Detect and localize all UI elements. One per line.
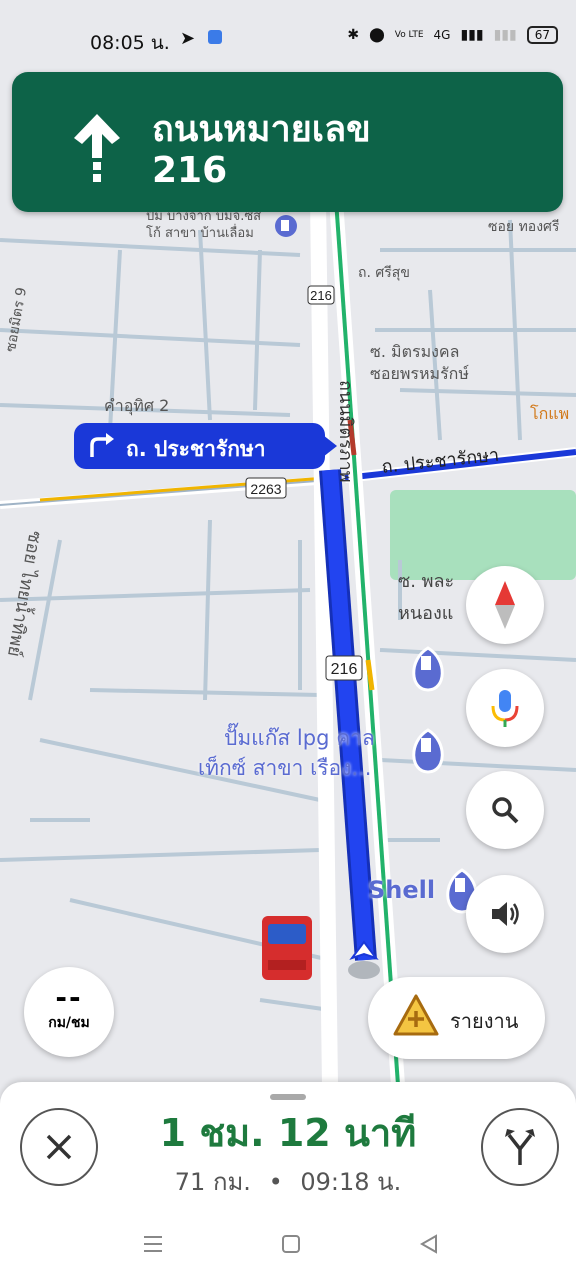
map-label-prommarak: ซอยพรหมรักษ์ bbox=[370, 364, 469, 383]
map-label-poi[interactable]: ปั๊ม บางจาก บมจ.ซัส โก้ สาขา บ้านเลื่อม bbox=[146, 208, 261, 242]
volume-icon bbox=[492, 902, 519, 926]
map-label-soi-thongsri: ซอย ทองศรี bbox=[488, 219, 560, 235]
straight-arrow-icon bbox=[74, 114, 120, 182]
route-shield-2263: 2263 bbox=[245, 477, 287, 499]
next-turn-chip[interactable]: ถ. ประชารักษา bbox=[74, 423, 337, 469]
map-label-nongkae: หนองแ bbox=[398, 603, 454, 624]
banner-street-name: ถนนหมายเลข bbox=[152, 109, 371, 150]
system-navigation-bar bbox=[0, 1215, 576, 1275]
banner-road-number: 216 bbox=[152, 150, 228, 191]
speed-value: -- bbox=[55, 981, 83, 1014]
sound-button[interactable] bbox=[466, 875, 544, 953]
volte-indicator: Vo LTE bbox=[394, 29, 424, 40]
route-shield-216-b: 216 bbox=[325, 655, 363, 681]
map-label-lpg-line1[interactable]: ปั๊มแก๊ส lpg คาล bbox=[224, 722, 375, 755]
svg-text:2263: 2263 bbox=[250, 481, 281, 497]
report-button[interactable]: รายงาน bbox=[368, 977, 545, 1059]
map-label-lpg-line2[interactable]: เท็กซ์ สาขา เรือง... bbox=[198, 752, 371, 785]
vehicle-icon bbox=[262, 916, 312, 980]
map-label-srisuk: ถ. ศรีสุข bbox=[358, 265, 410, 281]
speed-unit: กม/ชม bbox=[48, 1015, 90, 1031]
alternate-routes-icon bbox=[505, 1129, 535, 1165]
voice-button[interactable] bbox=[466, 669, 544, 747]
status-time: 08:05 น. bbox=[90, 32, 170, 54]
report-hazard-icon bbox=[393, 994, 439, 1036]
report-label: รายงาน bbox=[450, 1009, 519, 1033]
route-options-button[interactable] bbox=[481, 1108, 559, 1186]
home-icon[interactable] bbox=[280, 1233, 302, 1255]
location-icon: ⬤ bbox=[369, 27, 385, 43]
signal-icon-2: ▮▮▮ bbox=[493, 27, 517, 43]
route-shield-216: 216 bbox=[307, 285, 335, 305]
map-label-phala: ซ. พละ bbox=[398, 571, 455, 592]
back-icon[interactable] bbox=[418, 1233, 440, 1255]
gas-station-icon[interactable] bbox=[275, 215, 297, 237]
speedometer[interactable]: -- กม/ชม bbox=[24, 967, 114, 1057]
map-label-kopae: โกแพ bbox=[530, 404, 570, 423]
svg-text:216: 216 bbox=[310, 288, 332, 303]
menu-icon[interactable] bbox=[142, 1233, 164, 1255]
navigation-banner[interactable]: ถนนหมายเลข 216 bbox=[12, 72, 563, 212]
map-label-khamuthit: คำอุทิศ 2 bbox=[104, 396, 170, 415]
trip-separator: • bbox=[268, 1168, 283, 1196]
network-type: 4G bbox=[433, 28, 451, 42]
status-bar: 08:05 น. ➤ ✱ ⬤ Vo LTE 4G ▮▮▮ ▮▮▮ 67 bbox=[0, 0, 576, 72]
battery-indicator: 67 bbox=[526, 26, 558, 44]
compass-icon bbox=[495, 581, 515, 629]
turn-chip-label: ถ. ประชารักษา bbox=[126, 437, 266, 461]
status-right: ✱ ⬤ Vo LTE 4G ▮▮▮ ▮▮▮ 67 bbox=[347, 26, 558, 44]
search-icon bbox=[492, 797, 519, 824]
navigation-status-icon: ➤ bbox=[180, 28, 196, 49]
signal-icon: ▮▮▮ bbox=[460, 27, 484, 43]
microphone-icon bbox=[491, 690, 519, 727]
trip-distance: 71 กม. bbox=[174, 1168, 251, 1196]
sheet-drag-handle[interactable] bbox=[270, 1094, 306, 1100]
app-notification-icon bbox=[208, 30, 222, 44]
bluetooth-icon: ✱ bbox=[347, 27, 360, 43]
search-button[interactable] bbox=[466, 771, 544, 849]
svg-text:216: 216 bbox=[331, 661, 358, 678]
compass-button[interactable] bbox=[466, 566, 544, 644]
trip-arrival: 09:18 น. bbox=[300, 1168, 402, 1196]
map-label-shell[interactable]: Shell bbox=[368, 876, 435, 904]
map-label-vertical-road: ถนนมิตรภาพ bbox=[335, 380, 356, 483]
turn-right-icon bbox=[90, 433, 114, 457]
